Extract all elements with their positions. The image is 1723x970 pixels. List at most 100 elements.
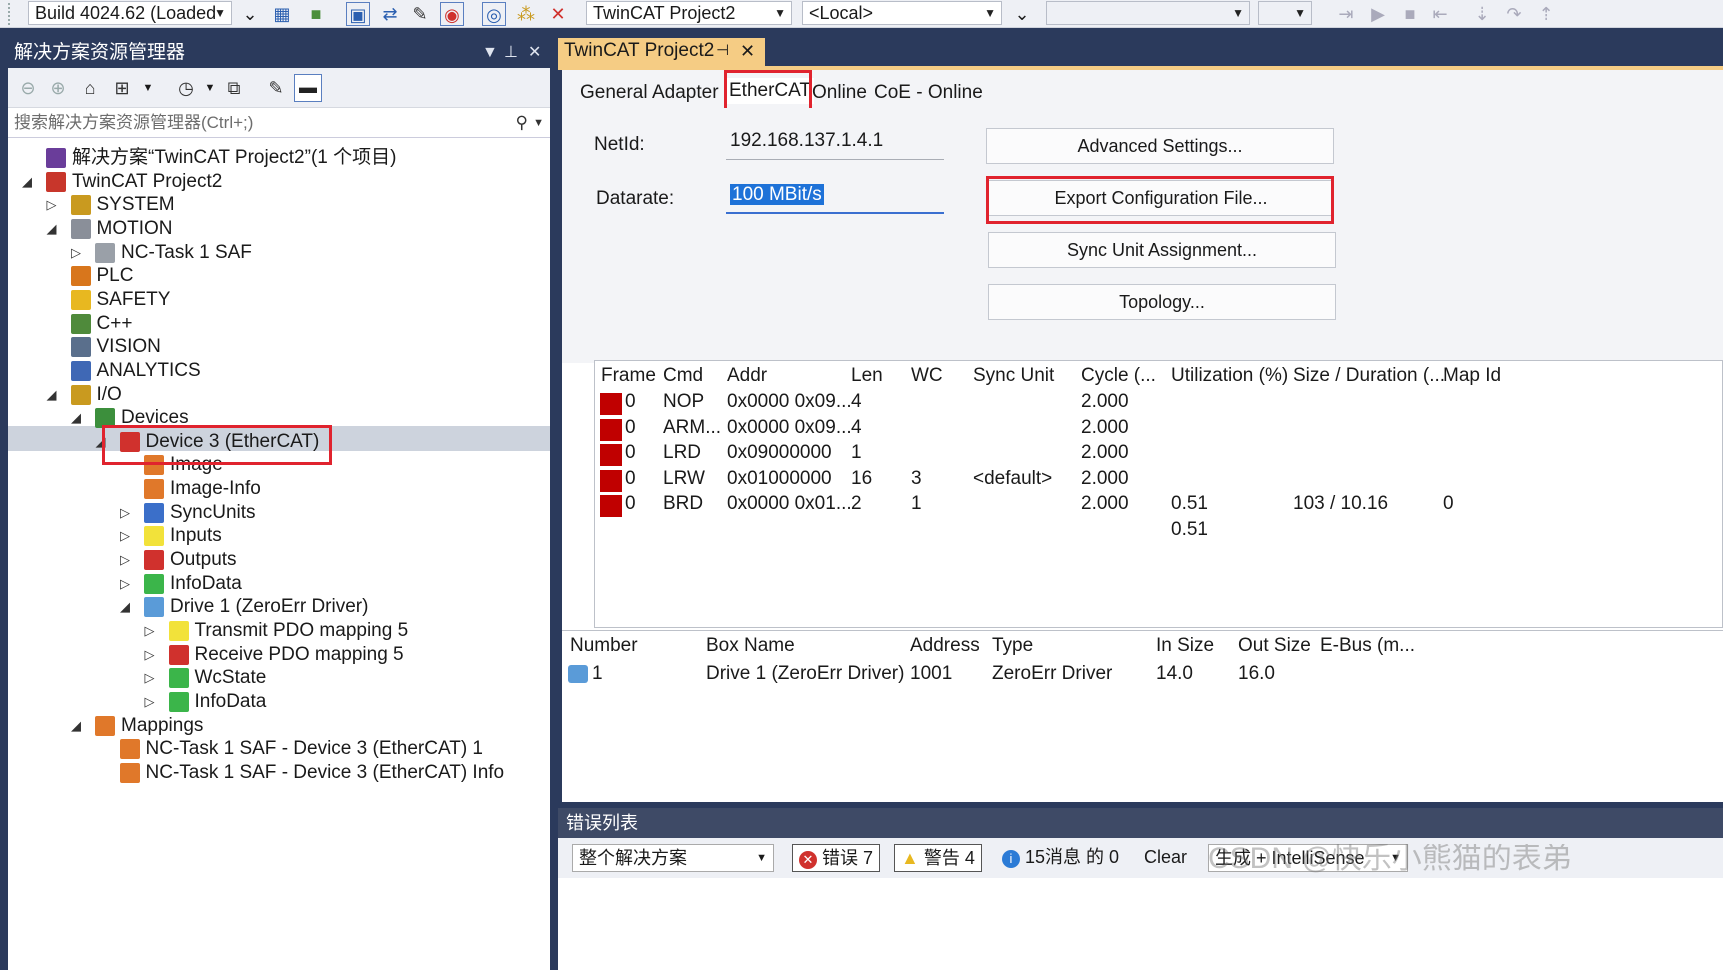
expand-arrow-icon[interactable]: ▷ <box>120 501 130 525</box>
solution-search-input[interactable]: 搜索解决方案资源管理器(Ctrl+;) ⚲ ▼ <box>8 108 550 138</box>
col-box-name[interactable]: Box Name <box>706 635 795 657</box>
col-address[interactable]: Address <box>910 635 980 657</box>
build-combo[interactable]: Build 4024.62 (Loaded ▼ <box>28 1 232 25</box>
tree-item[interactable]: Image-Info <box>8 477 550 501</box>
collapse-arrow-icon[interactable]: ◢ <box>47 217 57 241</box>
search-icon[interactable]: ⚲ <box>516 108 528 138</box>
tree-item[interactable]: ◢ Mappings <box>8 714 550 738</box>
col-map-id[interactable]: Map Id <box>1443 365 1501 387</box>
pending-changes-icon[interactable]: ◷ <box>174 76 198 100</box>
overflow-icon[interactable]: ⌄ <box>1010 2 1034 26</box>
activate-config-icon[interactable]: ▦ <box>270 2 294 26</box>
forward-icon[interactable]: ⊕ <box>46 76 70 100</box>
netid-field[interactable]: 192.168.137.1.4.1 <box>726 126 944 160</box>
overflow-icon[interactable]: ⌄ <box>238 2 262 26</box>
clear-button[interactable]: Clear <box>1138 844 1193 872</box>
col-cycle[interactable]: Cycle (... <box>1081 365 1156 387</box>
build-icon[interactable]: ■ <box>304 2 328 26</box>
tree-item[interactable]: ◢ TwinCAT Project2 <box>8 170 550 194</box>
collapse-all-icon[interactable]: ⧉ <box>222 76 246 100</box>
tree-item[interactable]: NC-Task 1 SAF - Device 3 (EtherCAT) 1 <box>8 737 550 761</box>
preview-icon[interactable]: ▬ <box>294 74 322 102</box>
tree-item[interactable]: SAFETY <box>8 288 550 312</box>
expand-arrow-icon[interactable]: ▷ <box>71 241 81 265</box>
col-utilization[interactable]: Utilization (%) <box>1171 365 1288 387</box>
collapse-arrow-icon[interactable]: ◢ <box>71 714 81 738</box>
tree-item[interactable]: ▷ Receive PDO mapping 5 <box>8 643 550 667</box>
step-out-icon[interactable]: ⇡ <box>1534 2 1558 26</box>
expand-arrow-icon[interactable]: ▷ <box>145 619 155 643</box>
tree-item[interactable]: ▷ InfoData <box>8 690 550 714</box>
switch-views-icon[interactable]: ⊞ <box>110 76 134 100</box>
close-icon[interactable]: ✕ <box>740 38 755 64</box>
tree-item[interactable]: ▷ SyncUnits <box>8 501 550 525</box>
tab-online[interactable]: Online <box>812 80 867 106</box>
expand-arrow-icon[interactable]: ▷ <box>47 193 57 217</box>
chevron-down-icon[interactable]: ▼ <box>533 108 544 138</box>
tree-item[interactable]: NC-Task 1 SAF - Device 3 (EtherCAT) Info <box>8 761 550 785</box>
tree-item[interactable]: ▷ Inputs <box>8 524 550 548</box>
reload-icon[interactable]: ⇄ <box>378 2 402 26</box>
col-ebus[interactable]: E-Bus (m... <box>1320 635 1415 657</box>
start-icon[interactable]: ▶ <box>1366 2 1390 26</box>
tab-coe-online[interactable]: CoE - Online <box>874 80 983 106</box>
tree-item[interactable]: ▷ InfoData <box>8 572 550 596</box>
properties-icon[interactable]: ✎ <box>264 76 288 100</box>
empty-combo[interactable]: ▼ <box>1046 1 1250 25</box>
expand-arrow-icon[interactable]: ▷ <box>120 572 130 596</box>
empty-combo-small[interactable]: ▼ <box>1258 1 1312 25</box>
tree-item[interactable]: PLC <box>8 264 550 288</box>
col-sync-unit[interactable]: Sync Unit <box>973 365 1054 387</box>
sync-unit-assignment-button[interactable]: Sync Unit Assignment... <box>988 232 1336 268</box>
tree-item[interactable]: ▷ Transmit PDO mapping 5 <box>8 619 550 643</box>
expand-arrow-icon[interactable]: ▷ <box>145 666 155 690</box>
toggle-icon[interactable]: ✕ <box>546 2 570 26</box>
project-combo[interactable]: TwinCAT Project2 ▼ <box>586 1 792 25</box>
col-number[interactable]: Number <box>570 635 638 657</box>
warnings-filter-button[interactable]: ▲ 警告 4 <box>894 844 982 872</box>
messages-filter-button[interactable]: i 15消息 的 0 <box>996 844 1125 872</box>
tree-item[interactable]: ◢ MOTION <box>8 217 550 241</box>
tree-item[interactable]: ▷ Outputs <box>8 548 550 572</box>
col-len[interactable]: Len <box>851 365 883 387</box>
tree-item[interactable]: ▷ SYSTEM <box>8 193 550 217</box>
config-mode-icon[interactable]: ▣ <box>346 2 370 26</box>
topology-button[interactable]: Topology... <box>988 284 1336 320</box>
pin-icon[interactable]: ⊣ <box>716 38 729 64</box>
tree-item[interactable]: ◢ Drive 1 (ZeroErr Driver) <box>8 595 550 619</box>
scope-dropdown[interactable]: 整个解决方案 ▼ <box>572 844 774 872</box>
chevron-down-icon[interactable]: ▼ <box>136 76 160 100</box>
tree-item[interactable]: ▷ NC-Task 1 SAF <box>8 241 550 265</box>
expand-arrow-icon[interactable]: ▷ <box>120 524 130 548</box>
devices-icon[interactable]: ⁂ <box>514 2 538 26</box>
step-in-icon[interactable]: ⇥ <box>1334 2 1358 26</box>
logout-icon[interactable]: ⇤ <box>1428 2 1452 26</box>
stop-icon[interactable]: ■ <box>1398 2 1422 26</box>
collapse-arrow-icon[interactable]: ◢ <box>22 170 32 194</box>
datarate-field[interactable]: 100 MBit/s <box>726 180 944 214</box>
pin-icon[interactable]: ⊥ <box>504 38 518 68</box>
step-down-icon[interactable]: ⇣ <box>1470 2 1494 26</box>
home-icon[interactable]: ⌂ <box>78 76 102 100</box>
tree-item[interactable]: ▷ WcState <box>8 666 550 690</box>
back-icon[interactable]: ⊖ <box>16 76 40 100</box>
expand-arrow-icon[interactable]: ▷ <box>145 690 155 714</box>
collapse-arrow-icon[interactable]: ◢ <box>71 406 81 430</box>
dropdown-icon[interactable]: ▼ <box>482 38 498 68</box>
col-frame[interactable]: Frame <box>601 365 656 387</box>
toolbar-grip[interactable] <box>8 3 14 25</box>
step-over-icon[interactable]: ↷ <box>1502 2 1526 26</box>
col-type[interactable]: Type <box>992 635 1033 657</box>
expand-arrow-icon[interactable]: ▷ <box>120 548 130 572</box>
col-cmd[interactable]: Cmd <box>663 365 703 387</box>
tree-item[interactable]: ◢ I/O <box>8 383 550 407</box>
tree-item[interactable]: ANALYTICS <box>8 359 550 383</box>
chevron-down-icon[interactable]: ▼ <box>198 76 222 100</box>
collapse-arrow-icon[interactable]: ◢ <box>120 595 130 619</box>
document-tab-twincat-project2[interactable]: TwinCAT Project2 ⊣ ✕ <box>558 38 765 66</box>
tab-general[interactable]: General <box>580 80 648 106</box>
expand-arrow-icon[interactable]: ▷ <box>145 643 155 667</box>
col-out-size[interactable]: Out Size <box>1238 635 1311 657</box>
errors-filter-button[interactable]: ✕ 错误 7 <box>792 844 881 872</box>
tree-item[interactable]: VISION <box>8 335 550 359</box>
